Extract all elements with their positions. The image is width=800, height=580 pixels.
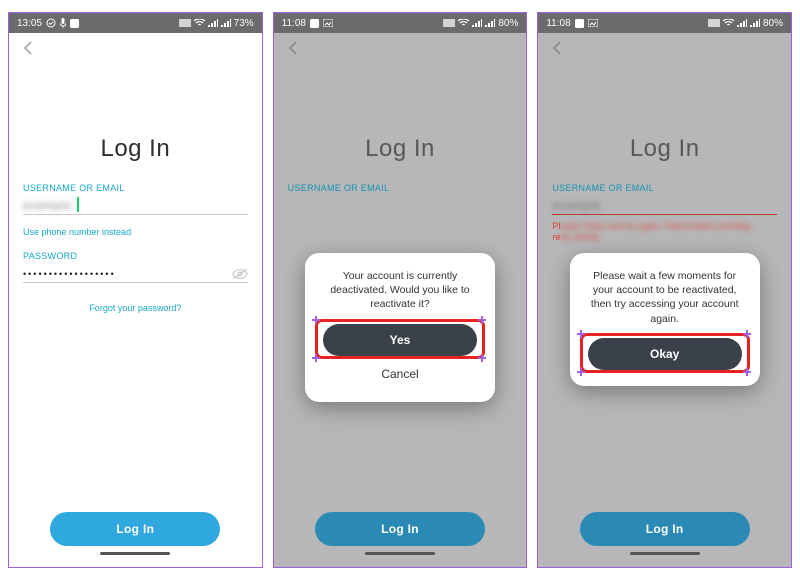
misc-icon	[179, 19, 191, 27]
modal-overlay: Your account is currently deactivated. W…	[274, 53, 527, 567]
forgot-password-link[interactable]: Forgot your password?	[23, 303, 248, 313]
app-icon	[70, 19, 79, 28]
username-input[interactable]: example	[23, 197, 248, 215]
password-input[interactable]: ••••••••••••••••••	[23, 269, 232, 279]
battery-text: 80%	[498, 18, 518, 29]
signal-icon	[750, 19, 760, 27]
username-label: USERNAME OR EMAIL	[23, 183, 248, 193]
misc-icon	[443, 19, 455, 27]
signal-icon	[208, 19, 218, 27]
status-time: 13:05	[17, 18, 42, 29]
mic-icon	[60, 18, 66, 28]
signal-icon	[221, 19, 231, 27]
login-screen: Log In USERNAME OR EMAIL example Use pho…	[9, 33, 262, 567]
app-icon	[310, 19, 319, 28]
image-icon	[588, 19, 598, 27]
status-time: 11:08	[546, 18, 570, 29]
home-indicator[interactable]	[100, 552, 170, 555]
app-icon	[575, 19, 584, 28]
modal-message: Your account is currently deactivated. W…	[317, 269, 483, 312]
yes-button[interactable]: Yes	[323, 324, 477, 356]
cancel-button[interactable]: Cancel	[323, 362, 477, 386]
password-label: PASSWORD	[23, 251, 248, 261]
page-title: Log In	[23, 135, 248, 163]
battery-text: 80%	[763, 18, 783, 29]
use-phone-link[interactable]: Use phone number instead	[23, 227, 248, 237]
wait-modal: Please wait a few moments for your accou…	[570, 253, 760, 386]
misc-icon	[708, 19, 720, 27]
modal-overlay: Please wait a few moments for your accou…	[538, 53, 791, 567]
image-icon	[323, 19, 333, 27]
okay-button[interactable]: Okay	[588, 338, 742, 370]
checkmark-icon	[46, 18, 56, 28]
status-bar: 13:05 73%	[9, 13, 262, 33]
wifi-icon	[194, 19, 205, 27]
wifi-icon	[458, 19, 469, 27]
battery-text: 73%	[234, 18, 254, 29]
status-bar: 11:08 80%	[274, 13, 527, 33]
modal-message: Please wait a few moments for your accou…	[582, 269, 748, 326]
login-screen-dim: Log In USERNAME OR EMAIL Log In Your acc…	[274, 33, 527, 567]
login-button[interactable]: Log In	[50, 512, 220, 546]
status-bar: 11:08 80%	[538, 13, 791, 33]
back-icon[interactable]	[23, 41, 33, 55]
signal-icon	[472, 19, 482, 27]
reactivate-modal: Your account is currently deactivated. W…	[305, 253, 495, 402]
signal-icon	[737, 19, 747, 27]
signal-icon	[485, 19, 495, 27]
status-time: 11:08	[282, 18, 306, 29]
wifi-icon	[723, 19, 734, 27]
login-screen-dim: Log In USERNAME OR EMAIL example Please …	[538, 33, 791, 567]
phone-screen-3: 11:08 80% Log In USERNAME OR EMAIL examp…	[537, 12, 792, 568]
eye-off-icon[interactable]	[232, 268, 248, 280]
phone-screen-1: 13:05 73% Log In USERNAME OR EMAIL examp…	[8, 12, 263, 568]
phone-screen-2: 11:08 80% Log In USERNAME OR EMAIL Log I…	[273, 12, 528, 568]
